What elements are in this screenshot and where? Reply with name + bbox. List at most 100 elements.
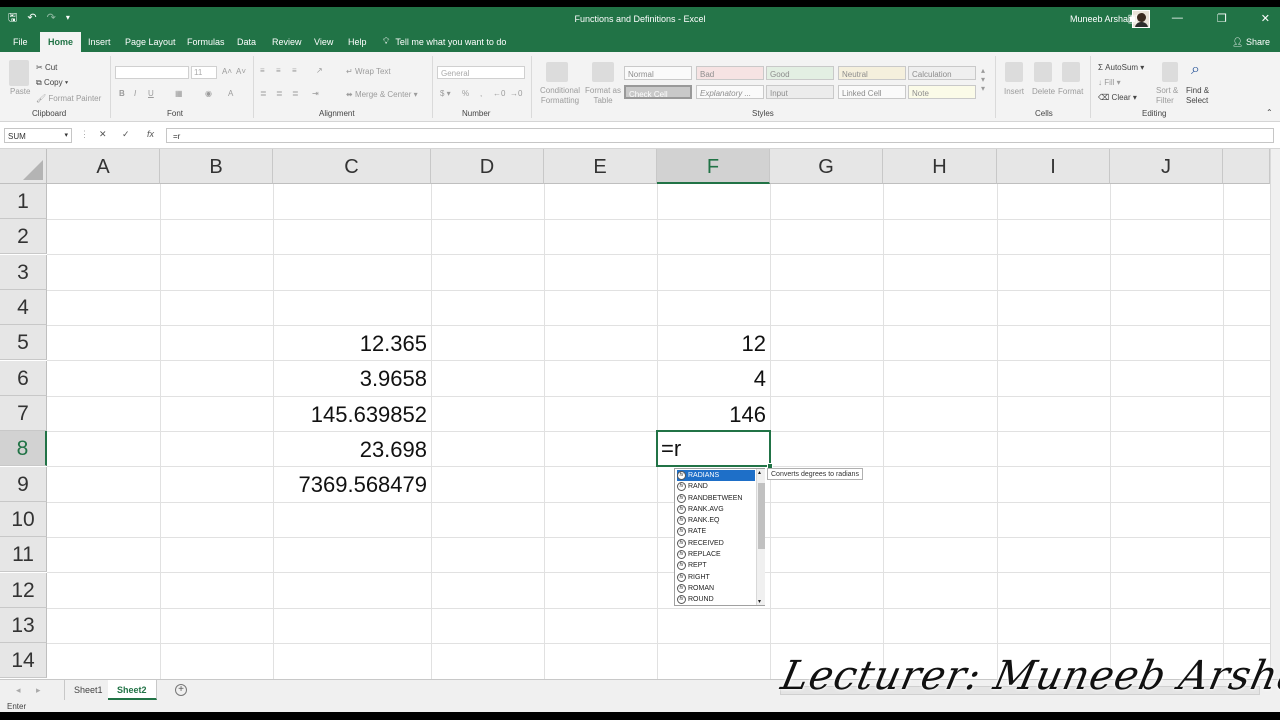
chevron-down-icon[interactable]: ▾ — [758, 598, 761, 605]
merge-center-button[interactable]: ⬌ Merge & Center ▾ — [346, 90, 418, 99]
search-icon[interactable]: ⌕ — [1191, 61, 1200, 79]
collapse-ribbon-icon[interactable]: ⌃ — [1266, 108, 1273, 117]
autocomplete-item[interactable]: fx RADIANS — [677, 470, 755, 481]
column-header-f[interactable]: F — [657, 149, 770, 184]
style-check-cell[interactable]: Check Cell — [624, 85, 692, 99]
minimize-icon[interactable]: — — [1172, 12, 1183, 25]
font-color-icon[interactable]: A — [228, 89, 233, 98]
sheet-prev-icon[interactable]: ◂ — [16, 685, 21, 696]
autocomplete-item[interactable]: fx REPLACE — [677, 549, 755, 560]
column-header-c[interactable]: C — [273, 149, 431, 184]
add-sheet-icon[interactable]: + — [175, 684, 187, 696]
find-select-label[interactable]: Find & Select — [1186, 86, 1216, 106]
row-header-6[interactable]: 6 — [0, 361, 47, 396]
align-left-icon[interactable]: ≣ — [260, 89, 267, 98]
close-icon[interactable]: ✕ — [1261, 12, 1270, 25]
function-autocomplete-list[interactable]: fx RADIANS fx RAND fx RANDBETWEEN fx RANK.AV… — [674, 468, 765, 606]
cell-c7[interactable]: 145.639852 — [273, 397, 431, 432]
align-center-icon[interactable]: ≣ — [276, 89, 283, 98]
format-as-table-label[interactable]: Format as Table — [585, 86, 621, 106]
row-header-14[interactable]: 14 — [0, 643, 47, 678]
tab-data[interactable]: Data — [237, 37, 256, 47]
font-grow-icon[interactable]: A˄ — [222, 67, 232, 76]
autocomplete-item[interactable]: fx RANK.EQ — [677, 515, 755, 526]
paste-label[interactable]: Paste — [10, 87, 30, 96]
enter-formula-button[interactable]: ✓ — [122, 129, 130, 140]
currency-icon[interactable]: $ ▾ — [440, 89, 451, 98]
top-align-icon[interactable]: ≡ — [260, 66, 265, 75]
sheet-tab-sheet2[interactable]: Sheet2 — [108, 680, 157, 700]
delete-cells-icon[interactable] — [1034, 62, 1052, 82]
column-header-b[interactable]: B — [160, 149, 273, 184]
insert-function-button[interactable]: fx — [147, 129, 154, 139]
autocomplete-item[interactable]: fx RATE — [677, 526, 755, 537]
comma-icon[interactable]: , — [480, 89, 482, 98]
sheet-next-icon[interactable]: ▸ — [36, 685, 41, 696]
conditional-formatting-icon[interactable] — [546, 62, 568, 82]
autosum-button[interactable]: Σ AutoSum ▾ — [1098, 63, 1144, 72]
row-header-10[interactable]: 10 — [0, 502, 47, 537]
row-header-5[interactable]: 5 — [0, 325, 47, 360]
row-header-2[interactable]: 2 — [0, 219, 47, 254]
select-all-button[interactable] — [0, 149, 47, 184]
name-box[interactable]: SUM ▾ — [4, 128, 72, 143]
chevron-down-icon[interactable]: ▾ — [64, 131, 68, 139]
tab-view[interactable]: View — [314, 37, 333, 47]
column-header-d[interactable]: D — [431, 149, 544, 184]
font-size-field[interactable]: 11 — [191, 66, 217, 79]
sort-filter-label[interactable]: Sort & Filter — [1156, 86, 1184, 106]
format-painter-button[interactable]: 🖌︎ Format Painter — [36, 94, 101, 103]
autocomplete-item[interactable]: fx RAND — [677, 481, 755, 492]
tab-page-layout[interactable]: Page Layout — [125, 37, 176, 47]
tab-home[interactable]: Home — [40, 32, 82, 52]
paste-icon[interactable] — [9, 60, 29, 86]
row-header-1[interactable]: 1 — [0, 184, 47, 219]
align-right-icon[interactable]: ≣ — [292, 89, 299, 98]
column-header-g[interactable]: G — [770, 149, 883, 184]
scrollbar-thumb[interactable] — [758, 483, 765, 549]
column-header-j[interactable]: J — [1110, 149, 1223, 184]
autocomplete-item[interactable]: fx RANK.AVG — [677, 504, 755, 515]
column-header-h[interactable]: H — [883, 149, 997, 184]
style-note[interactable]: Note — [908, 85, 976, 99]
ribbon-display-icon[interactable]: ▣ — [1128, 12, 1138, 25]
cell-c5[interactable]: 12.365 — [273, 326, 431, 361]
cell-f6[interactable]: 4 — [657, 361, 770, 396]
column-header-k[interactable] — [1223, 149, 1270, 184]
row-header-8[interactable]: 8 — [0, 431, 47, 466]
style-linked-cell[interactable]: Linked Cell — [838, 85, 906, 99]
decrease-decimal-icon[interactable]: →0 — [510, 89, 522, 98]
column-header-e[interactable]: E — [544, 149, 657, 184]
font-name-field[interactable] — [115, 66, 189, 79]
format-as-table-icon[interactable] — [592, 62, 614, 82]
cell-c9[interactable]: 7369.568479 — [273, 467, 431, 502]
delete-cells-label[interactable]: Delete — [1032, 87, 1055, 96]
styles-scroll-icon[interactable]: ▴ ▾ ▾ — [981, 66, 985, 93]
conditional-formatting-label[interactable]: Conditional Formatting — [538, 86, 582, 106]
style-good[interactable]: Good — [766, 66, 834, 80]
autocomplete-item[interactable]: fx RANDBETWEEN — [677, 493, 755, 504]
sheet-tab-sheet1[interactable]: Sheet1 — [64, 680, 113, 700]
style-bad[interactable]: Bad — [696, 66, 764, 80]
restore-icon[interactable]: ❐ — [1217, 12, 1227, 25]
row-header-11[interactable]: 11 — [0, 537, 47, 572]
indent-icon[interactable]: ⇥ — [312, 89, 319, 98]
tab-review[interactable]: Review — [272, 37, 302, 47]
tab-file[interactable]: File — [13, 37, 28, 47]
format-cells-label[interactable]: Format — [1058, 87, 1083, 96]
tab-help[interactable]: Help — [348, 37, 367, 47]
format-cells-icon[interactable] — [1062, 62, 1080, 82]
number-format-field[interactable]: General — [437, 66, 525, 79]
sort-filter-icon[interactable] — [1162, 62, 1178, 82]
row-header-4[interactable]: 4 — [0, 290, 47, 325]
insert-cells-icon[interactable] — [1005, 62, 1023, 82]
tab-formulas[interactable]: Formulas — [187, 37, 225, 47]
bold-icon[interactable]: B — [119, 89, 125, 98]
cut-button[interactable]: ✂ Cut — [36, 63, 57, 72]
row-header-7[interactable]: 7 — [0, 396, 47, 431]
fill-color-icon[interactable]: ◉ — [205, 89, 212, 98]
style-explanatory[interactable]: Explanatory ... — [696, 85, 764, 99]
fill-button[interactable]: ↓ Fill ▾ — [1098, 78, 1121, 87]
bottom-align-icon[interactable]: ≡ — [292, 66, 297, 75]
worksheet-grid[interactable]: A B C D E F G H I J 1 2 3 4 5 6 7 8 9 10… — [0, 149, 1280, 679]
